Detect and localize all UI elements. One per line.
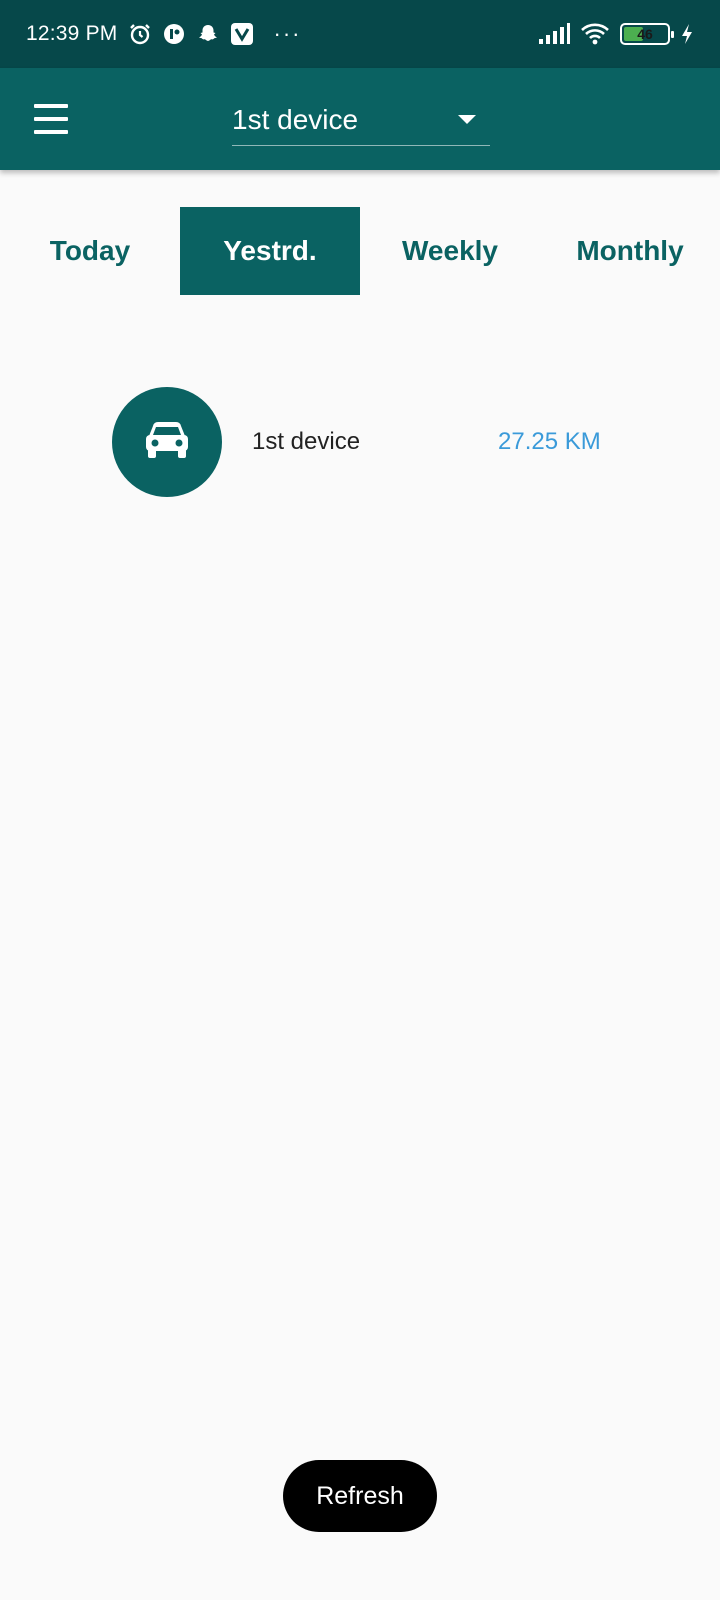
period-tabs: Today Yestrd. Weekly Monthly bbox=[0, 207, 720, 295]
app-bar: 1st device bbox=[0, 68, 720, 170]
menu-icon-line bbox=[34, 117, 68, 121]
list-item[interactable]: 1st device 27.25 KM bbox=[112, 387, 632, 497]
battery-level: 46 bbox=[637, 26, 653, 42]
notification-icons: ··· bbox=[128, 22, 302, 46]
refresh-button[interactable]: Refresh bbox=[283, 1460, 437, 1532]
battery-icon: 46 bbox=[620, 23, 674, 45]
device-dropdown[interactable]: 1st device bbox=[232, 94, 490, 146]
chevron-down-icon bbox=[458, 115, 476, 124]
menu-button[interactable] bbox=[34, 104, 68, 134]
more-notifications-icon: ··· bbox=[273, 21, 302, 46]
tab-monthly[interactable]: Monthly bbox=[540, 207, 720, 295]
status-time: 12:39 PM bbox=[26, 22, 118, 45]
charging-icon bbox=[680, 22, 694, 46]
menu-icon-line bbox=[34, 104, 68, 108]
tab-yesterday[interactable]: Yestrd. bbox=[180, 207, 360, 295]
wifi-icon bbox=[580, 22, 610, 46]
vivaldi-icon bbox=[230, 22, 254, 46]
device-distance: 27.25 KM bbox=[498, 428, 601, 455]
status-bar: 12:39 PM ··· 46 bbox=[0, 0, 720, 68]
app-icon bbox=[162, 22, 186, 46]
snapchat-icon bbox=[196, 22, 220, 46]
signal-icon bbox=[538, 22, 570, 46]
avatar bbox=[112, 387, 222, 497]
selected-device: 1st device bbox=[232, 103, 359, 135]
system-icons: 46 bbox=[538, 22, 694, 46]
menu-icon-line bbox=[34, 130, 68, 134]
tab-today[interactable]: Today bbox=[0, 207, 180, 295]
tab-weekly[interactable]: Weekly bbox=[360, 207, 540, 295]
device-name: 1st device bbox=[252, 428, 361, 455]
car-icon bbox=[144, 420, 190, 465]
alarm-icon bbox=[128, 22, 152, 46]
